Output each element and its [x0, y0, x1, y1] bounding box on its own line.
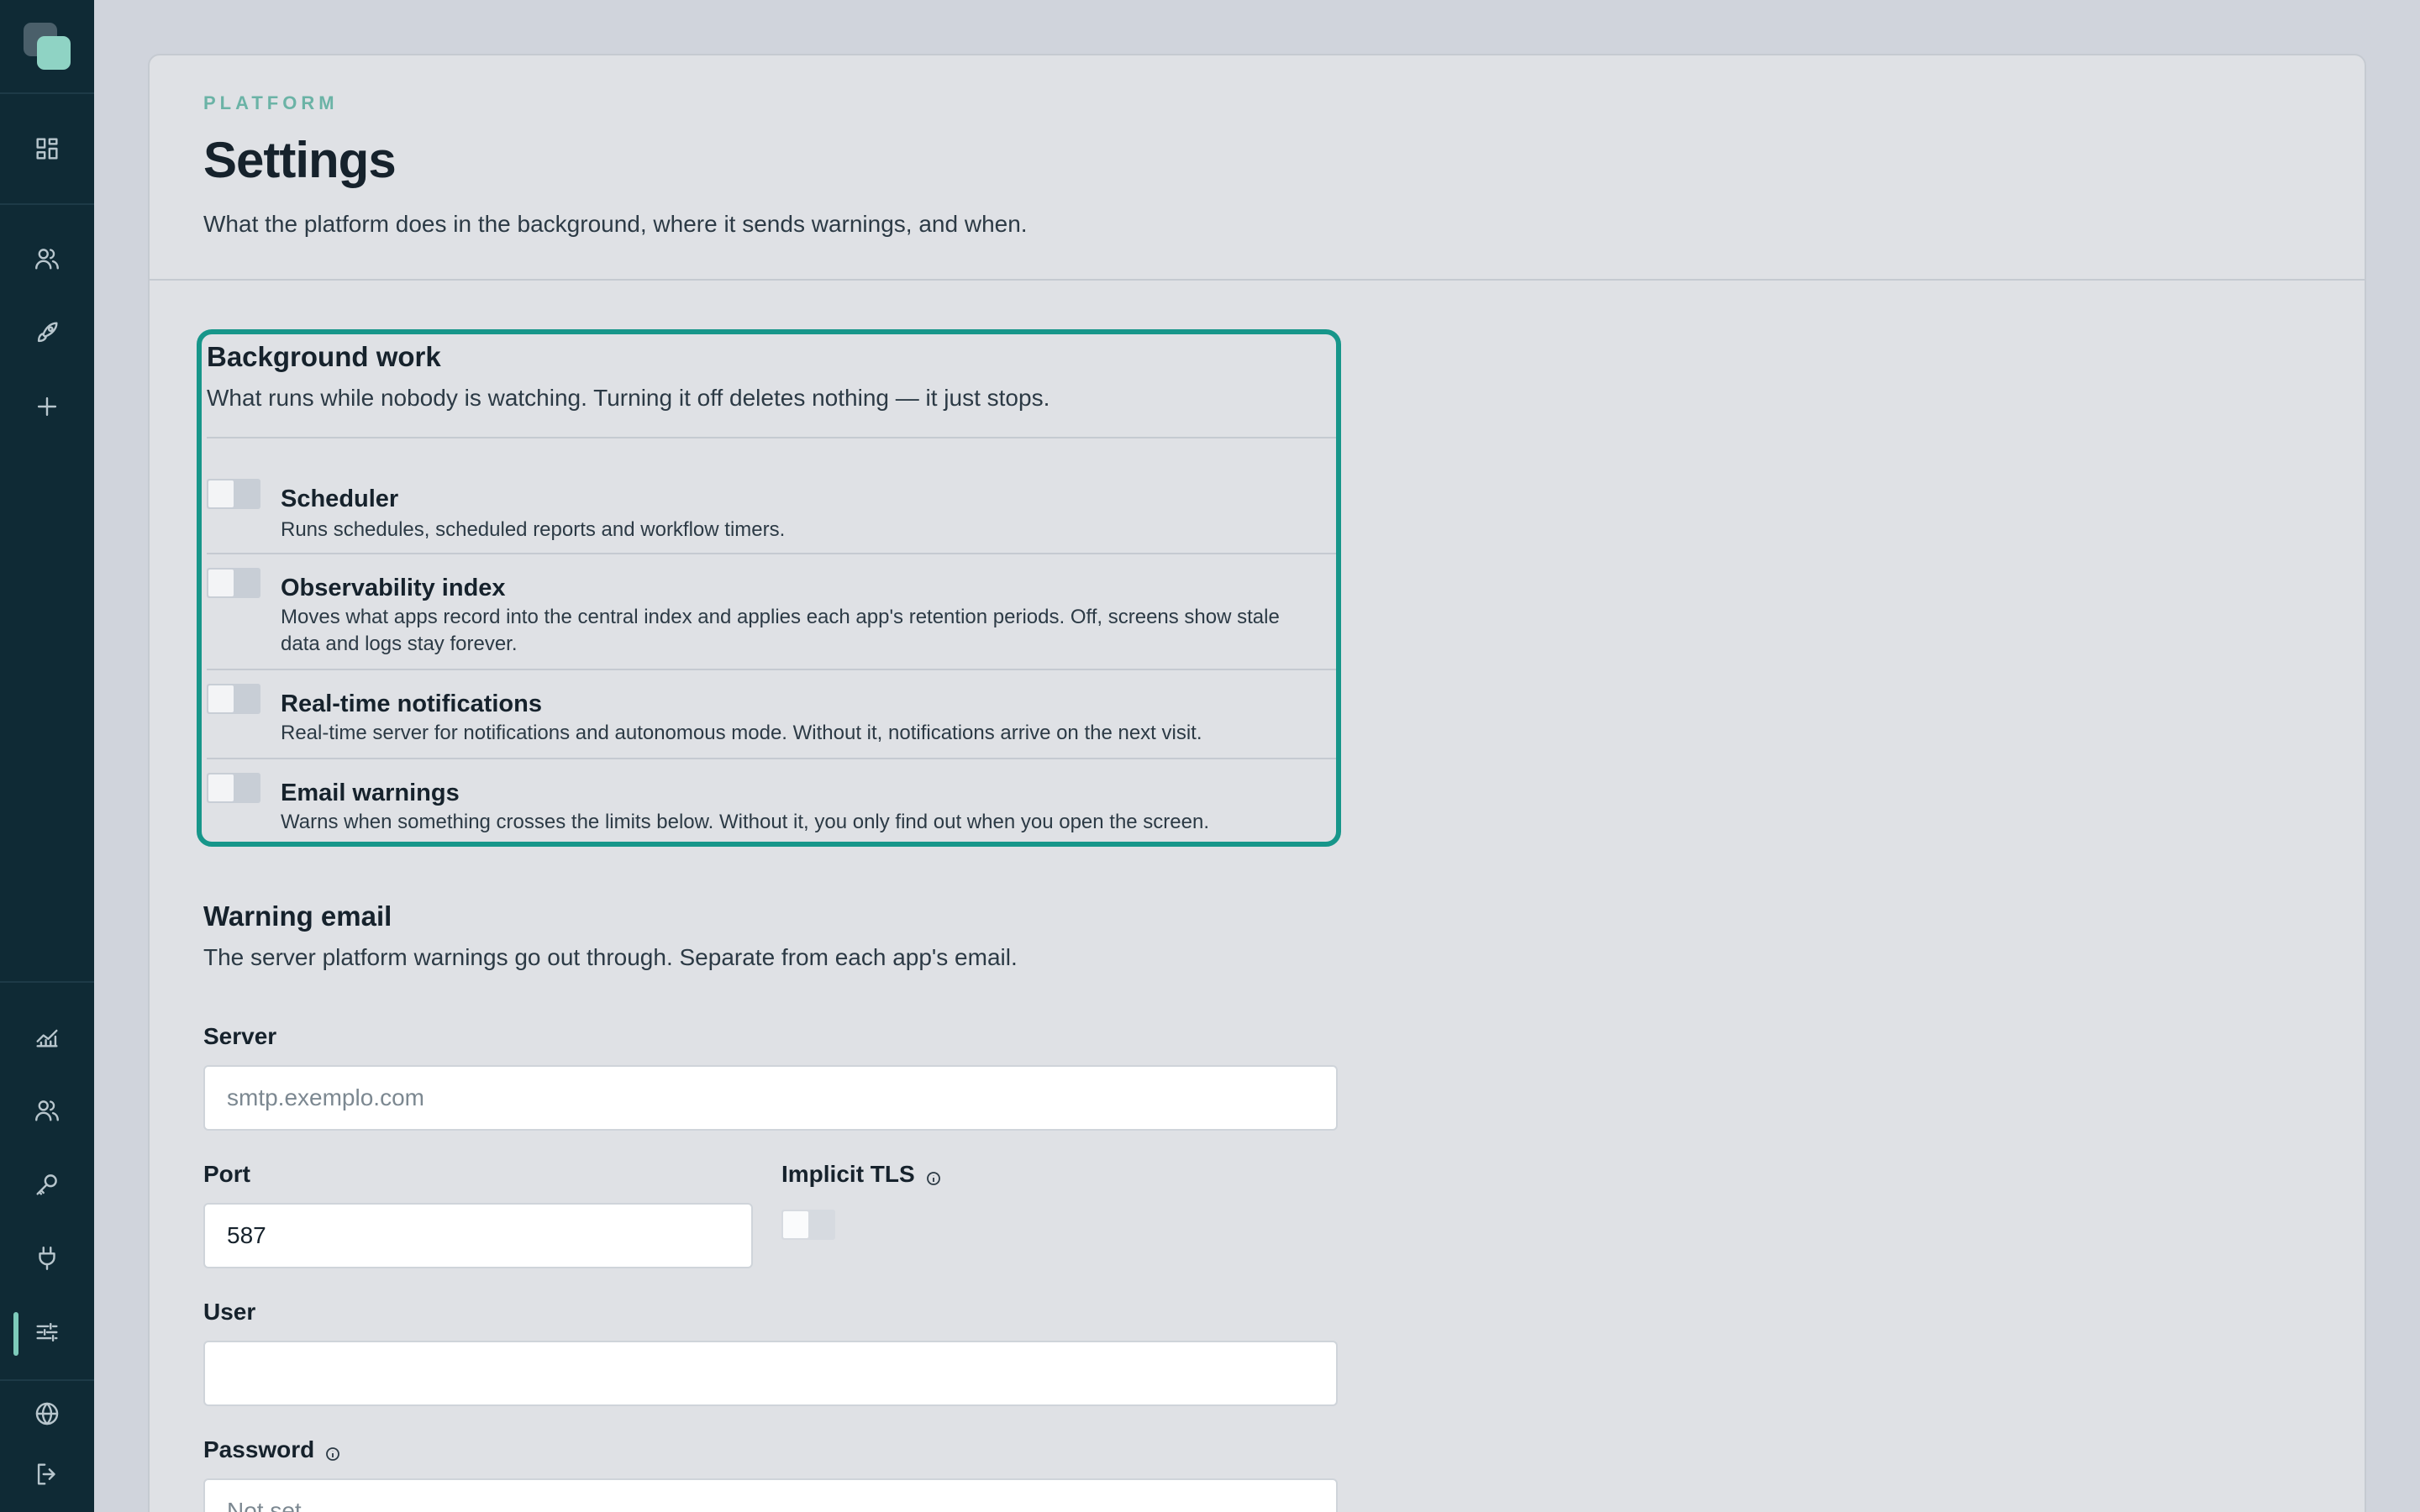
server-label: Server	[203, 1023, 277, 1049]
user-field-group: User	[203, 1299, 1338, 1406]
tls-field-group: Implicit TLS	[781, 1161, 1286, 1240]
nav-logout[interactable]	[0, 1446, 94, 1502]
plug-icon	[39, 1247, 55, 1270]
section-description: What runs while nobody is watching. Turn…	[207, 385, 1050, 411]
logout-icon	[37, 1463, 55, 1485]
chart-icon	[36, 1029, 58, 1047]
nav-integrations[interactable]	[0, 1221, 94, 1295]
port-label: Port	[203, 1161, 250, 1187]
users-icon	[35, 249, 59, 270]
realtime-toggle[interactable]	[207, 684, 260, 714]
setting-description: Moves what apps record into the central …	[281, 606, 1280, 655]
nav-dashboard[interactable]	[0, 94, 94, 203]
setting-title: Email warnings	[281, 780, 460, 806]
nav-analytics[interactable]	[0, 1000, 94, 1074]
server-field-group: Server	[203, 1023, 1338, 1131]
setting-title: Real-time notifications	[281, 690, 542, 717]
setting-title: Observability index	[281, 575, 506, 601]
info-icon[interactable]	[324, 1441, 341, 1461]
tls-label-row: Implicit TLS	[781, 1161, 1286, 1188]
page-subtitle: What the platform does in the background…	[203, 211, 1028, 237]
section-description: The server platform warnings go out thro…	[203, 944, 1018, 970]
setting-row-observability: Observability index Moves what apps reco…	[207, 554, 1336, 670]
tls-label: Implicit TLS	[781, 1161, 915, 1187]
port-input[interactable]	[203, 1203, 753, 1268]
nav-language[interactable]	[0, 1381, 94, 1446]
setting-row-scheduler: Scheduler Runs schedules, scheduled repo…	[207, 438, 1336, 554]
user-input[interactable]	[203, 1341, 1338, 1406]
nav-settings[interactable]	[0, 1295, 94, 1369]
settings-card: PLATFORM Settings What the platform does…	[148, 54, 2366, 1512]
sidebar	[0, 0, 94, 1512]
rocket-icon	[37, 322, 58, 343]
warning-email-section: Warning email The server platform warnin…	[203, 900, 1338, 971]
setting-description: Warns when something crosses the limits …	[281, 811, 1210, 833]
email-warnings-toggle[interactable]	[207, 773, 260, 803]
users-icon	[35, 1100, 59, 1121]
setting-row-realtime: Real-time notifications Real-time server…	[207, 670, 1336, 759]
nav-deploy[interactable]	[0, 296, 94, 370]
password-field-group: Password	[203, 1436, 1338, 1512]
logo[interactable]	[0, 0, 94, 94]
password-input[interactable]	[203, 1478, 1338, 1512]
key-icon	[36, 1174, 57, 1195]
sliders-icon	[36, 1322, 58, 1342]
nav-users[interactable]	[0, 222, 94, 296]
page-eyebrow: PLATFORM	[203, 92, 339, 113]
nav-add[interactable]	[0, 370, 94, 444]
grid-icon	[36, 138, 58, 160]
nav-members[interactable]	[0, 1074, 94, 1147]
setting-description: Runs schedules, scheduled reports and wo…	[281, 518, 786, 541]
port-field-group: Port	[203, 1161, 753, 1268]
info-icon[interactable]	[925, 1166, 942, 1185]
globe-icon	[35, 1402, 59, 1425]
setting-description: Real-time server for notifications and a…	[281, 722, 1202, 744]
observability-toggle[interactable]	[207, 568, 260, 598]
tls-toggle[interactable]	[781, 1210, 835, 1240]
password-label: Password	[203, 1436, 315, 1462]
setting-title: Scheduler	[281, 486, 399, 512]
page-title: Settings	[203, 132, 397, 188]
section-title: Background work	[207, 341, 441, 372]
user-label: User	[203, 1299, 256, 1325]
server-input[interactable]	[203, 1065, 1338, 1131]
password-label-row: Password	[203, 1436, 1338, 1463]
setting-row-email-warnings: Email warnings Warns when something cros…	[207, 759, 1336, 843]
section-title: Warning email	[203, 900, 392, 932]
plus-icon	[37, 396, 57, 417]
scheduler-toggle[interactable]	[207, 479, 260, 509]
background-work-section: Background work What runs while nobody i…	[197, 329, 1341, 847]
page-header: PLATFORM Settings What the platform does…	[150, 55, 2365, 281]
nav-keys[interactable]	[0, 1147, 94, 1221]
logo-icon	[24, 23, 71, 70]
